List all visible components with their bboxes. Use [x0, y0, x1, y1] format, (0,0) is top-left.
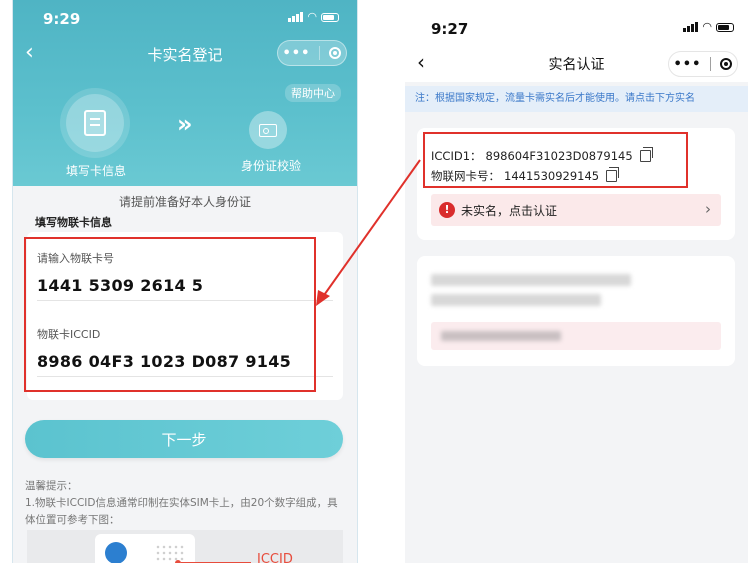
step-id-verify-label: 身份证校验	[240, 159, 301, 173]
mini-program-capsule[interactable]: •••	[277, 40, 347, 66]
signal-icon	[683, 22, 699, 32]
right-phone-screen: 9:27 ◠ ‹ 实名认证 ••• 注：根据国家规定，流量卡需实名后才能使用。请…	[405, 6, 748, 563]
more-icon[interactable]: •••	[674, 57, 702, 72]
step-fill-info-circle	[66, 94, 124, 152]
close-target-icon[interactable]	[720, 58, 733, 70]
blurred-text	[441, 331, 561, 341]
status-icons: ◠	[288, 10, 339, 23]
step-fill-info-label: 填写卡信息	[65, 164, 126, 178]
section-title: 填写物联卡信息	[35, 216, 112, 229]
blurred-status-row	[431, 322, 721, 350]
tips-body: 1.物联卡ICCID信息通常印制在实体SIM卡上，由20个数字组成，具体位置可参…	[25, 497, 338, 526]
help-center-link[interactable]: 帮助中心	[285, 84, 341, 102]
blurred-card	[417, 256, 735, 366]
verify-now-row[interactable]: ! 未实名，点击认证 ›	[431, 194, 721, 226]
unverified-text: 未实名，点击认证	[461, 204, 558, 218]
status-time: 9:27	[431, 20, 469, 38]
prepare-id-hint: 请提前准备好本人身份证	[118, 195, 251, 209]
right-header: 9:27 ◠ ‹ 实名认证 •••	[405, 6, 748, 82]
iccid-callout-label: ICCID	[257, 552, 293, 563]
step-id-verify-circle	[249, 111, 287, 149]
highlight-box-form	[24, 237, 316, 392]
status-icons: ◠	[683, 20, 734, 33]
mini-program-capsule[interactable]: •••	[668, 51, 738, 77]
notice-bar: 注：根据国家规定，流量卡需实名后才能使用。请点击下方实名	[405, 86, 748, 112]
wifi-icon: ◠	[307, 10, 317, 23]
highlight-box-info	[423, 132, 688, 188]
tips-block: 温馨提示： 1.物联卡ICCID信息通常印制在实体SIM卡上，由20个数字组成，…	[25, 478, 345, 529]
blurred-text	[431, 294, 601, 306]
sim-card-image	[95, 534, 195, 563]
carrier-logo-icon	[105, 542, 127, 563]
close-target-icon[interactable]	[329, 47, 342, 59]
capsule-divider	[319, 46, 321, 60]
blurred-text	[431, 274, 631, 286]
id-card-icon	[259, 123, 277, 137]
next-step-button[interactable]: 下一步	[25, 420, 343, 458]
wifi-icon: ◠	[702, 20, 712, 33]
document-icon	[84, 110, 106, 136]
more-icon[interactable]: •••	[283, 46, 311, 61]
sim-illustration: ICCID	[27, 530, 343, 563]
signal-icon	[288, 12, 304, 22]
tips-title: 温馨提示：	[25, 480, 78, 492]
warning-icon: !	[439, 202, 455, 218]
battery-icon	[321, 12, 339, 22]
status-time: 9:29	[43, 10, 81, 28]
left-header-banner: 9:29 ◠ ‹ 卡实名登记 ••• 帮助中心 填写卡信息 » 身份证校验	[13, 0, 357, 186]
capsule-divider	[710, 57, 712, 71]
double-chevron-right-icon: »	[177, 110, 192, 138]
battery-icon	[716, 22, 734, 32]
sim-chip-pattern	[155, 544, 185, 563]
chevron-right-icon: ›	[705, 200, 711, 218]
